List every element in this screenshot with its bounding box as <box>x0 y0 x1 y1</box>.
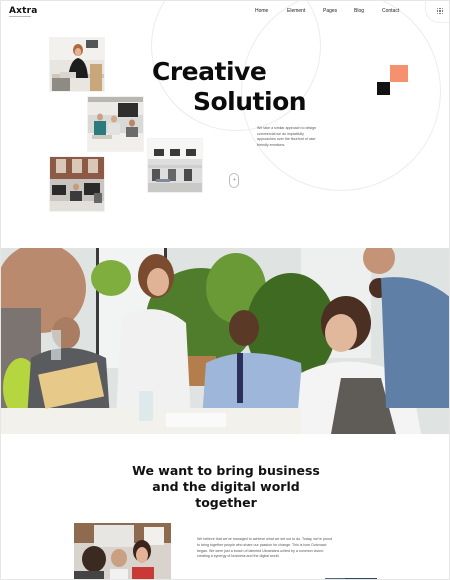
section-body-text: We believe that we've managed to achieve… <box>197 537 333 559</box>
hero-photo-computer-room <box>49 156 105 212</box>
menu-grid-button[interactable] <box>425 1 449 23</box>
page: Axtra Home Element Pages Blog Contact Cr… <box>0 0 450 580</box>
hero-photo-office-team <box>87 96 144 152</box>
main-nav: Home Element Pages Blog Contact <box>1 8 449 18</box>
section-heading: We want to bring business and the digita… <box>132 463 320 510</box>
nav-item-home[interactable]: Home <box>255 8 268 14</box>
hero-photo-woman-desk <box>49 37 105 92</box>
plus-icon: + <box>233 177 236 183</box>
grid-menu-icon <box>437 8 443 14</box>
team-banner-photo <box>1 248 449 434</box>
accent-square-orange <box>390 65 408 82</box>
accent-square-dark <box>377 82 390 95</box>
section-photo-corner <box>325 573 377 579</box>
section-photo-team <box>74 523 171 579</box>
hero-photo-open-office <box>147 138 203 193</box>
hero-title-line2: Solution <box>193 87 307 116</box>
nav-item-element[interactable]: Element <box>287 8 305 14</box>
hero-description: We take a similar approach to design com… <box>257 126 317 147</box>
hero-title-line1: Creative <box>152 57 267 86</box>
scroll-down-button[interactable]: + <box>229 173 239 188</box>
nav-item-pages[interactable]: Pages <box>323 8 337 14</box>
nav-item-blog[interactable]: Blog <box>354 8 364 14</box>
nav-item-contact[interactable]: Contact <box>382 8 399 14</box>
